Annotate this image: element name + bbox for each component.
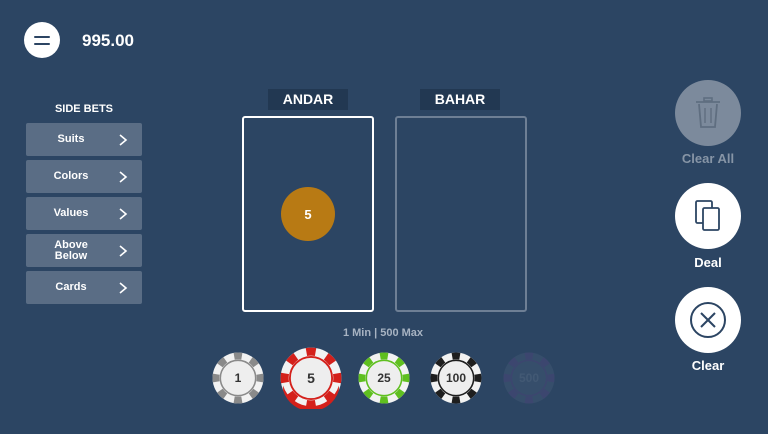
hamburger-icon [34,35,50,38]
chip-5[interactable]: 5 [280,347,342,409]
chip-25[interactable]: 25 [358,352,410,404]
bet-limits: 1 Min | 500 Max [342,327,424,339]
close-circle-icon [690,302,726,338]
chip-value: 25 [377,371,391,385]
chevron-right-icon [119,207,128,220]
chip-500: 500 [503,352,555,404]
clear-all-button[interactable] [675,80,741,146]
menu-button[interactable] [24,22,60,58]
chip-value: 500 [518,371,540,385]
clear-label: Clear [691,358,725,373]
chevron-right-icon [119,281,128,294]
trash-icon [696,97,720,128]
balance-display: 995.00 [82,31,134,50]
side-bet-above-below-button[interactable]: Above Below [26,234,142,267]
chip-value: 100 [445,371,467,385]
side-bet-label: Values [53,207,89,219]
side-bet-cards-button[interactable]: Cards [26,271,142,304]
side-bet-colors-button[interactable]: Colors [26,160,142,193]
chip-value: 5 [307,370,315,386]
side-bet-suits-button[interactable]: Suits [26,123,142,156]
chevron-right-icon [119,244,128,257]
chevron-right-icon [119,133,128,146]
side-bet-label: Colors [53,170,89,182]
side-bet-label: Suits [57,133,85,145]
chip-100[interactable]: 100 [430,352,482,404]
andar-placed-chip[interactable]: 5 [281,187,335,241]
side-bet-label: Above Below [54,238,88,262]
chip-1[interactable]: 1 [212,352,264,404]
deal-button[interactable] [675,183,741,249]
andar-label: ANDAR [268,89,348,110]
deal-label: Deal [694,255,722,270]
chip-value: 1 [234,371,242,385]
cards-icon [695,200,720,231]
chevron-right-icon [119,170,128,183]
side-bet-label: Cards [55,281,87,293]
side-bet-values-button[interactable]: Values [26,197,142,230]
clear-button[interactable] [675,287,741,353]
side-bets-title: SIDE BETS [54,103,114,115]
bahar-label: BAHAR [420,89,500,110]
bahar-bet-area[interactable] [395,116,527,312]
clear-all-label: Clear All [681,151,735,166]
